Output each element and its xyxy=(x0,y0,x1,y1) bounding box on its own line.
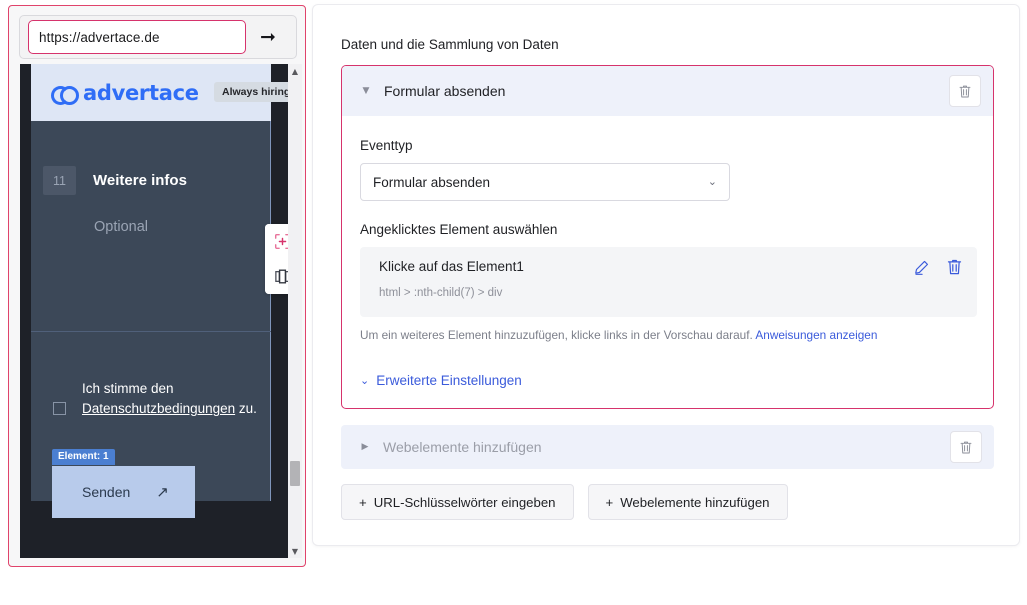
site-form-area: 11 Weitere infos Optional Ich stimme den… xyxy=(31,121,271,518)
selected-element-row: Klicke auf das Element1 html > :nth-chil… xyxy=(360,247,977,317)
add-element-hint: Um ein weiteres Element hinzuzufügen, kl… xyxy=(360,328,975,342)
privacy-policy-link[interactable]: Datenschutzbedingungen xyxy=(82,401,235,416)
event-card-webelemente-hinzufuegen: ▶ Webelemente hinzufügen xyxy=(341,425,994,469)
site-viewport: advertace 11 Weitere infos Optional Ich … xyxy=(20,64,296,558)
url-bar: https://advertace.de ➞ xyxy=(19,15,297,59)
site-content: advertace 11 Weitere infos Optional Ich … xyxy=(31,64,296,558)
scrollbar-thumb[interactable] xyxy=(290,461,300,486)
element-section-label: Angeklicktes Element auswählen xyxy=(360,222,558,237)
chevron-down-icon[interactable]: ▼ xyxy=(357,86,375,96)
logo-mark-icon xyxy=(51,85,79,105)
scroll-down-icon[interactable]: ▼ xyxy=(288,544,302,558)
url-input-value: https://advertace.de xyxy=(39,29,160,45)
eventtyp-label: Eventtyp xyxy=(360,138,413,153)
trash-icon[interactable] xyxy=(946,258,963,279)
eventtyp-select[interactable]: Formular absenden ⌄ xyxy=(360,163,730,201)
eventtyp-selected-value: Formular absenden xyxy=(373,174,491,190)
scroll-up-icon[interactable]: ▲ xyxy=(288,64,302,78)
hint-text: Um ein weiteres Element hinzuzufügen, kl… xyxy=(360,328,756,342)
event-card-body: Eventtyp Formular absenden ⌄ Angeklickte… xyxy=(342,116,993,342)
url-input[interactable]: https://advertace.de xyxy=(28,20,246,54)
add-url-keywords-button[interactable]: + URL-Schlüsselwörter eingeben xyxy=(341,484,574,520)
double-chevron-down-icon: ⌄ xyxy=(360,374,370,387)
plus-icon: + xyxy=(359,494,367,510)
show-instructions-link[interactable]: Anweisungen anzeigen xyxy=(755,328,877,342)
consent-checkbox[interactable] xyxy=(53,402,66,415)
chevron-down-icon: ⌄ xyxy=(707,175,717,188)
panel-action-buttons: + URL-Schlüsselwörter eingeben + Webelem… xyxy=(341,484,788,520)
event-card-header[interactable]: ▼ Formular absenden xyxy=(342,66,993,116)
collapsed-card-header[interactable]: ▶ Webelemente hinzufügen xyxy=(341,425,994,469)
always-hiring-badge: Always hiring xyxy=(214,82,296,102)
element-title: Klicke auf das Element1 xyxy=(379,259,524,274)
website-preview-pane: https://advertace.de ➞ advertace 11 Weit… xyxy=(8,5,306,567)
brand-text: advertace xyxy=(83,80,199,105)
consent-suffix: zu. xyxy=(235,401,257,416)
delete-collapsed-card-button[interactable] xyxy=(950,431,982,463)
config-panel: Daten und die Sammlung von Daten ▼ Formu… xyxy=(313,5,1019,545)
app-root: https://advertace.de ➞ advertace 11 Weit… xyxy=(0,0,1027,605)
add-web-elements-label: Webelemente hinzufügen xyxy=(620,494,770,510)
arrow-right-icon[interactable]: ➞ xyxy=(246,20,290,54)
scrollbar-track[interactable] xyxy=(288,78,302,544)
chevron-right-icon[interactable]: ▶ xyxy=(356,442,374,452)
pencil-icon[interactable] xyxy=(913,259,930,279)
plus-icon: + xyxy=(605,494,614,510)
divider xyxy=(31,331,271,332)
event-card-formular-absenden: ▼ Formular absenden Eventtyp Formular ab… xyxy=(341,65,994,409)
field-label: Weitere infos xyxy=(93,172,187,189)
collapsed-card-title: Webelemente hinzufügen xyxy=(383,439,542,455)
senden-button[interactable]: Senden ↗ xyxy=(52,466,195,518)
field-optional-text: Optional xyxy=(94,219,149,235)
advanced-settings-label: Erweiterte Einstellungen xyxy=(376,373,522,388)
consent-text: Ich stimme den Datenschutzbedingungen zu… xyxy=(82,379,262,419)
advertace-logo: advertace xyxy=(51,81,199,105)
consent-prefix: Ich stimme den xyxy=(82,381,174,396)
selected-element-badge: Element: 1 xyxy=(52,449,115,465)
arrow-up-right-icon: ↗ xyxy=(156,483,169,501)
add-web-elements-button[interactable]: + Webelemente hinzufügen xyxy=(587,484,788,520)
panel-title: Daten und die Sammlung von Daten xyxy=(341,37,559,52)
senden-label: Senden xyxy=(82,484,131,500)
form-field-row: 11 Weitere infos xyxy=(31,166,271,195)
element-selector: html > :nth-child(7) > div xyxy=(379,287,503,299)
add-url-keywords-label: URL-Schlüsselwörter eingeben xyxy=(373,494,556,510)
preview-scrollbar[interactable]: ▲ ▼ xyxy=(288,64,302,558)
field-number: 11 xyxy=(43,166,76,195)
event-card-title: Formular absenden xyxy=(384,83,506,99)
advanced-settings-toggle[interactable]: ⌄ Erweiterte Einstellungen xyxy=(360,373,522,388)
delete-event-card-button[interactable] xyxy=(949,75,981,107)
